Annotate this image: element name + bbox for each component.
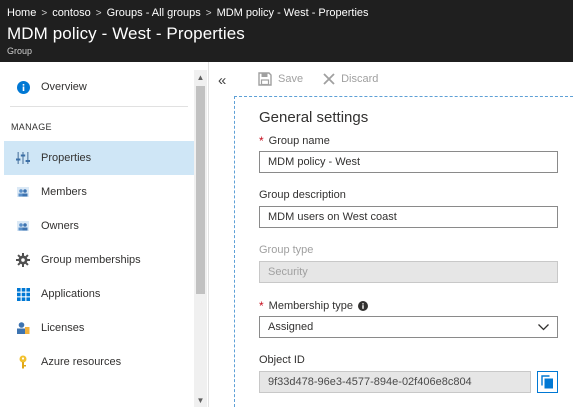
page-subtitle: Group (7, 46, 33, 56)
breadcrumb: Home > contoso > Groups - All groups > M… (7, 6, 369, 20)
collapse-menu-button[interactable]: « (218, 73, 226, 88)
breadcrumb-separator: > (95, 7, 102, 19)
save-label: Save (278, 73, 304, 85)
scroll-thumb[interactable] (196, 86, 205, 294)
group-name-input[interactable] (259, 151, 558, 173)
membership-type-label-text: Membership type (268, 300, 354, 312)
page-title: MDM policy - West - Properties (7, 24, 245, 43)
info-icon (15, 79, 31, 95)
nav-divider (10, 106, 188, 107)
nav-item-azure-resources[interactable]: Azure resources (4, 345, 194, 379)
info-icon[interactable] (358, 301, 369, 311)
copy-to-clipboard-button[interactable] (537, 371, 558, 393)
group-description-label: Group description (259, 189, 346, 201)
command-bar: Save Discard (238, 62, 573, 96)
save-button[interactable]: Save (258, 72, 303, 86)
membership-type-dropdown[interactable]: Assigned (259, 316, 558, 338)
group-type-label: Group type (259, 244, 314, 256)
group-name-label: * Group name (259, 134, 330, 148)
nav-item-label: Group memberships (41, 254, 141, 266)
object-id-label: Object ID (259, 354, 305, 366)
group-name-label-text: Group name (268, 135, 330, 147)
group-type-input (259, 261, 558, 283)
scroll-up-arrow-icon[interactable]: ▲ (194, 70, 207, 84)
nav-item-licenses[interactable]: Licenses (4, 311, 194, 345)
object-id-field: 9f33d478-96e3-4577-894e-02f406e8c804 (259, 371, 531, 393)
breadcrumb-all-groups[interactable]: Groups - All groups (107, 7, 201, 19)
nav-item-label: Applications (41, 288, 101, 300)
nav-section-manage: MANAGE (11, 122, 52, 132)
nav-item-properties[interactable]: Properties (4, 141, 194, 175)
licenses-icon (15, 320, 31, 336)
breadcrumb-home[interactable]: Home (7, 7, 36, 19)
gear-icon (15, 252, 31, 268)
properties-panel: General settings * Group name Group desc… (234, 96, 573, 407)
properties-icon (15, 150, 31, 166)
required-asterisk: * (259, 299, 264, 313)
breadcrumb-current: MDM policy - West - Properties (216, 7, 369, 19)
breadcrumb-separator: > (205, 7, 212, 19)
nav-item-owners[interactable]: Owners (4, 209, 194, 243)
nav-scrollbar[interactable]: ▲ ▼ (194, 70, 207, 407)
owners-icon (15, 218, 31, 234)
discard-x-icon (323, 73, 335, 85)
breadcrumb-contoso[interactable]: contoso (52, 7, 91, 19)
left-menu: Overview MANAGE Properties Members Owner… (0, 62, 209, 407)
applications-grid-icon (15, 286, 31, 302)
nav-item-label: Owners (41, 220, 79, 232)
nav-item-applications[interactable]: Applications (4, 277, 194, 311)
nav-item-label: Overview (41, 81, 87, 93)
save-icon (258, 72, 272, 86)
blade-header: Home > contoso > Groups - All groups > M… (0, 0, 573, 62)
nav-item-label: Properties (41, 152, 92, 164)
nav-item-label: Azure resources (41, 356, 122, 368)
members-icon (15, 184, 31, 200)
membership-type-value: Assigned (268, 321, 314, 333)
nav-item-members[interactable]: Members (4, 175, 194, 209)
scroll-down-arrow-icon[interactable]: ▼ (194, 393, 207, 407)
nav-item-group-memberships[interactable]: Group memberships (4, 243, 194, 277)
copy-icon (541, 375, 554, 389)
membership-type-label: * Membership type (259, 299, 369, 313)
group-description-input[interactable] (259, 206, 558, 228)
breadcrumb-separator: > (41, 7, 48, 19)
nav-item-overview[interactable]: Overview (4, 70, 194, 104)
nav-item-label: Licenses (41, 322, 85, 334)
key-icon (15, 354, 31, 370)
section-title: General settings (259, 109, 369, 126)
nav-item-label: Members (41, 186, 87, 198)
discard-button[interactable]: Discard (323, 73, 378, 85)
required-asterisk: * (259, 134, 264, 148)
discard-label: Discard (341, 73, 379, 85)
nav-list: Overview MANAGE Properties Members Owner… (4, 70, 194, 379)
chevron-down-icon (538, 323, 549, 331)
